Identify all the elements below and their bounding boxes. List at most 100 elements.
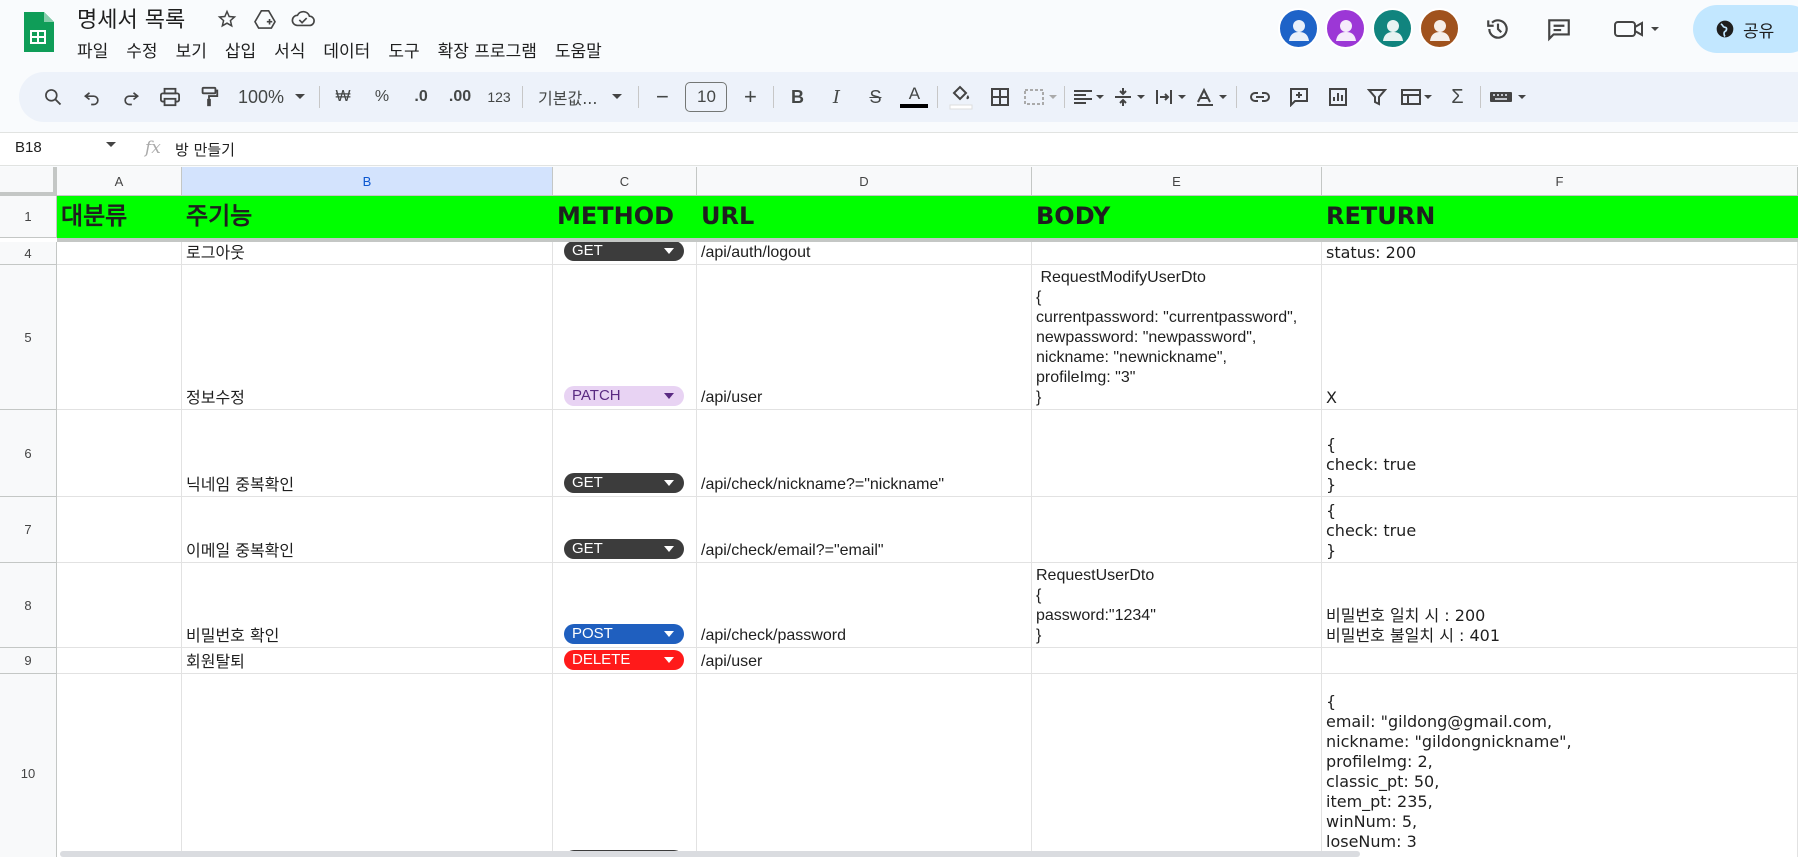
cell-column-f-row-10[interactable]: { email: "gildong@gmail.com, nickname: "… (1322, 674, 1798, 857)
method-dropdown-chip[interactable]: GET (564, 539, 684, 559)
column-c-header[interactable]: C (553, 167, 697, 196)
method-dropdown-chip[interactable]: GET (564, 473, 684, 493)
comments-icon[interactable] (1543, 13, 1575, 45)
method-dropdown-chip[interactable]: GET (564, 242, 684, 261)
header-cell-column-e[interactable]: BODY (1032, 196, 1322, 238)
search-menus-icon[interactable] (37, 81, 69, 113)
filter-views-icon[interactable] (1400, 81, 1434, 113)
column-a-header[interactable]: A (57, 167, 182, 196)
method-cell[interactable]: GET (553, 410, 697, 497)
increase-font-size-icon[interactable]: + (734, 81, 766, 113)
menu-help[interactable]: 도움말 (546, 37, 611, 62)
cell-column-e-row-10[interactable] (1032, 674, 1322, 857)
cell-column-f-row-9[interactable] (1322, 648, 1798, 674)
version-history-icon[interactable] (1482, 13, 1514, 45)
method-dropdown-chip[interactable]: PATCH (564, 386, 684, 406)
method-cell[interactable]: GET (553, 674, 697, 857)
column-d-header[interactable]: D (697, 167, 1032, 196)
redo-icon[interactable] (115, 81, 147, 113)
font-size-input[interactable]: 10 (685, 82, 728, 112)
insert-link-icon[interactable] (1244, 81, 1276, 113)
cell-column-f-row-4[interactable]: status: 200 (1322, 242, 1798, 265)
formula-input[interactable]: 방 만들기 (175, 139, 235, 160)
menu-edit[interactable]: 수정 (117, 37, 166, 62)
strikethrough-icon[interactable]: S (859, 81, 891, 113)
input-tools-icon[interactable] (1488, 81, 1528, 113)
cell-column-d-row-9[interactable]: /api/user (697, 648, 1032, 674)
increase-decimal-button[interactable]: .00 (444, 81, 476, 113)
vertical-align-icon[interactable] (1113, 81, 1147, 113)
text-rotation-icon[interactable] (1195, 81, 1229, 113)
decrease-font-size-icon[interactable]: − (646, 81, 678, 113)
menu-extensions[interactable]: 확장 프로그램 (429, 37, 546, 62)
header-cell-column-b[interactable]: 주기능 (182, 196, 553, 238)
menu-insert[interactable]: 삽입 (216, 37, 265, 62)
row-header-5[interactable]: 5 (0, 265, 57, 410)
cell-column-b-row-7[interactable]: 이메일 중복확인 (182, 497, 553, 563)
cell-column-b-row-5[interactable]: 정보수정 (182, 265, 553, 410)
horizontal-scrollbar[interactable] (60, 851, 1360, 857)
name-box[interactable]: B18 (15, 139, 42, 156)
cell-column-d-row-8[interactable]: /api/check/password (697, 563, 1032, 648)
cell-column-e-row-8[interactable]: RequestUserDto { password:"1234" } (1032, 563, 1322, 648)
method-cell[interactable]: PATCH (553, 265, 697, 410)
method-dropdown-chip[interactable]: DELETE (564, 650, 684, 670)
cell-column-a-row-6[interactable] (57, 410, 182, 497)
cell-column-a-row-9[interactable] (57, 648, 182, 674)
undo-icon[interactable] (76, 81, 108, 113)
sheets-logo-icon[interactable] (22, 10, 54, 54)
row-header-7[interactable]: 7 (0, 497, 57, 563)
menu-data[interactable]: 데이터 (314, 37, 379, 62)
cell-column-f-row-7[interactable]: { check: true } (1322, 497, 1798, 563)
italic-icon[interactable]: I (820, 81, 852, 113)
method-dropdown-chip[interactable]: POST (564, 624, 684, 644)
cell-column-d-row-10[interactable]: /api/user/{searchWord} (697, 674, 1032, 857)
horizontal-align-icon[interactable] (1072, 81, 1106, 113)
cell-column-b-row-6[interactable]: 닉네임 중복확인 (182, 410, 553, 497)
insert-chart-icon[interactable] (1322, 81, 1354, 113)
column-e-header[interactable]: E (1032, 167, 1322, 196)
cell-column-b-row-10[interactable]: 유저 검색 (182, 674, 553, 857)
print-icon[interactable] (154, 81, 186, 113)
cell-column-b-row-9[interactable]: 회원탈퇴 (182, 648, 553, 674)
cell-column-e-row-9[interactable] (1032, 648, 1322, 674)
fill-color-icon[interactable] (945, 81, 977, 113)
header-cell-column-a[interactable]: 대분류 (57, 196, 182, 238)
menu-tools[interactable]: 도구 (379, 37, 428, 62)
spreadsheet-grid[interactable]: A B C D E F 1 대분류 주기능 METHOD URL BODY RETURN 4 로그아웃 GET… (0, 167, 1798, 857)
text-color-icon[interactable]: A (898, 81, 930, 113)
paint-format-icon[interactable] (193, 81, 225, 113)
method-cell[interactable]: GET (553, 497, 697, 563)
merge-cells-icon[interactable] (1023, 81, 1058, 113)
currency-format-button[interactable]: ₩ (327, 81, 359, 113)
cell-column-a-row-10[interactable] (57, 674, 182, 857)
cell-column-b-row-4[interactable]: 로그아웃 (182, 242, 553, 265)
functions-icon[interactable]: Σ (1441, 81, 1473, 113)
cell-column-f-row-6[interactable]: { check: true } (1322, 410, 1798, 497)
filter-icon[interactable] (1361, 81, 1393, 113)
cell-column-a-row-5[interactable] (57, 265, 182, 410)
cell-column-a-row-8[interactable] (57, 563, 182, 648)
king-avatar[interactable] (1372, 8, 1413, 49)
cell-column-e-row-5[interactable]: RequestModifyUserDto { currentpassword: … (1032, 265, 1322, 410)
zoom-select[interactable]: 100% (232, 81, 312, 113)
meet-video-icon[interactable] (1612, 13, 1662, 45)
cell-column-d-row-5[interactable]: /api/user (697, 265, 1032, 410)
header-cell-column-d[interactable]: URL (697, 196, 1032, 238)
select-all-corner[interactable] (0, 167, 57, 196)
dolphin-avatar[interactable] (1278, 8, 1319, 49)
cell-column-a-row-4[interactable] (57, 242, 182, 265)
cell-column-e-row-6[interactable] (1032, 410, 1322, 497)
cell-column-b-row-8[interactable]: 비밀번호 확인 (182, 563, 553, 648)
cloud-saved-icon[interactable] (291, 7, 315, 31)
chevron-down-icon[interactable] (105, 141, 117, 149)
document-title[interactable]: 명세서 목록 (77, 2, 185, 34)
borders-icon[interactable] (984, 81, 1016, 113)
cell-column-f-row-8[interactable]: 비밀번호 일치 시 : 200 비밀번호 불일치 시 : 401 (1322, 563, 1798, 648)
cell-column-f-row-5[interactable]: X (1322, 265, 1798, 410)
row-header-10[interactable]: 10 (0, 674, 57, 857)
header-cell-column-c[interactable]: METHOD (553, 196, 697, 238)
cell-column-e-row-4[interactable] (1032, 242, 1322, 265)
insert-comment-icon[interactable] (1283, 81, 1315, 113)
menu-view[interactable]: 보기 (167, 37, 216, 62)
